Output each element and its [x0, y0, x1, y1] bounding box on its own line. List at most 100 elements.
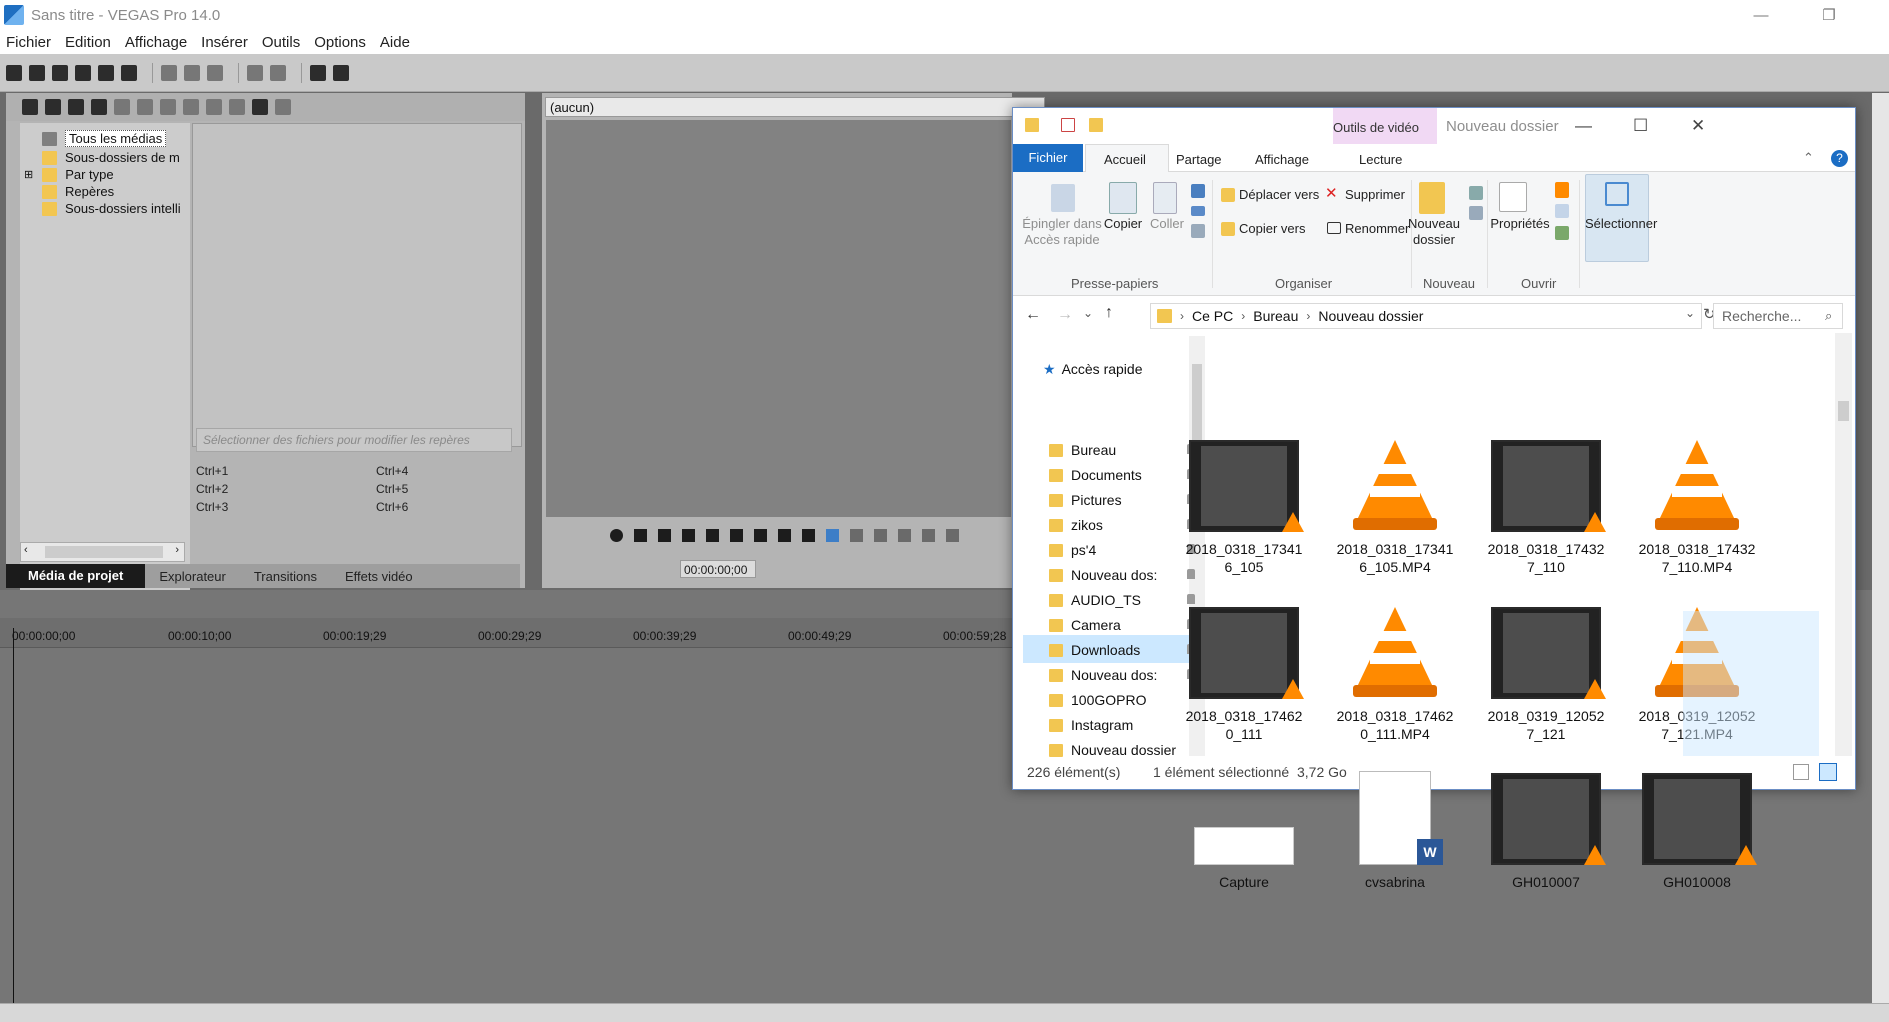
vlc-open-icon[interactable]	[1555, 182, 1569, 198]
extract-audio-icon[interactable]	[68, 99, 84, 115]
file-item[interactable]: 2018_0318_173416_105	[1184, 440, 1304, 576]
preview-mode-icon[interactable]	[826, 528, 839, 542]
snapshot-icon[interactable]	[898, 528, 911, 542]
new-icon[interactable]	[6, 64, 22, 81]
plugin-icon[interactable]	[310, 64, 326, 81]
undo-icon[interactable]	[247, 64, 263, 81]
timeline-horizontal-scrollbar[interactable]	[0, 1003, 1889, 1022]
breadcrumb-item[interactable]: Nouveau dossier	[1318, 308, 1423, 324]
nav-item[interactable]: Nouveau dossier	[1049, 739, 1197, 761]
next-frame-icon[interactable]	[802, 528, 815, 542]
menu-aide[interactable]: Aide	[380, 34, 410, 51]
help-icon[interactable]	[333, 64, 349, 81]
maximize-icon[interactable]: ☐	[1633, 116, 1648, 136]
preview-selector[interactable]: (aucun)	[545, 97, 1045, 117]
nav-item[interactable]: Nouveau dos:	[1049, 564, 1197, 586]
tab-fichier[interactable]: Fichier	[1013, 144, 1083, 172]
tree-item[interactable]: Sous-dossiers intelli	[42, 199, 181, 218]
timeline-ruler[interactable]: 00:00:00;00 00:00:10;00 00:00:19;29 00:0…	[0, 618, 1020, 648]
file-item[interactable]: 2018_0319_120527_121	[1486, 607, 1606, 743]
breadcrumb-item[interactable]: Bureau	[1253, 308, 1298, 324]
menu-affichage[interactable]: Affichage	[125, 34, 187, 51]
context-tab-label[interactable]: Outils de vidéo	[1333, 120, 1419, 135]
overlay-icon[interactable]	[874, 528, 887, 542]
menu-inserer[interactable]: Insérer	[201, 34, 248, 51]
file-item[interactable]: GH010007	[1486, 773, 1606, 891]
play-icon[interactable]	[658, 528, 671, 542]
nav-item[interactable]: Bureau	[1049, 439, 1197, 461]
scroll-left-icon[interactable]: ‹	[24, 544, 28, 556]
easy-access-icon[interactable]	[1469, 206, 1483, 220]
play-from-start-icon[interactable]	[634, 528, 647, 542]
search-input[interactable]: Recherche...	[1713, 303, 1843, 329]
details-view-icon[interactable]	[1793, 764, 1809, 780]
file-item[interactable]: 2018_0318_174620_111.MP4	[1335, 607, 1455, 743]
properties-button[interactable]: Propriétés	[1489, 216, 1551, 232]
redo-icon[interactable]	[270, 64, 286, 81]
rename-button[interactable]: Renommer	[1345, 221, 1409, 237]
nav-item[interactable]: 100GOPRO	[1049, 689, 1197, 711]
file-scrollbar[interactable]	[1835, 333, 1852, 756]
scroll-right-icon[interactable]: ›	[175, 544, 179, 556]
file-item[interactable]: 2018_0318_174620_111	[1184, 607, 1304, 743]
file-item[interactable]: Capture	[1184, 773, 1304, 891]
tab-accueil[interactable]: Accueil	[1104, 152, 1146, 167]
nav-item[interactable]: Downloads	[1049, 639, 1197, 661]
stop-icon[interactable]	[706, 528, 719, 542]
nav-item[interactable]: Camera	[1049, 614, 1197, 636]
properties-gear-icon[interactable]	[121, 64, 137, 81]
menu-outils[interactable]: Outils	[262, 34, 300, 51]
open-icon[interactable]	[29, 64, 45, 81]
expand-plus-icon[interactable]: ⊞	[24, 168, 33, 181]
nav-item[interactable]: AUDIO_TS	[1049, 589, 1197, 611]
remove-icon[interactable]	[114, 99, 130, 115]
tab-transitions[interactable]: Transitions	[240, 569, 331, 584]
pin-button[interactable]: Épingler dans Accès rapide	[1019, 216, 1105, 248]
capture-icon[interactable]	[45, 99, 61, 115]
plugins-icon[interactable]	[160, 99, 176, 115]
nav-item[interactable]: Nouveau dos:	[1049, 664, 1197, 686]
paste-button[interactable]: Coller	[1145, 216, 1189, 232]
save-as-icon[interactable]	[75, 64, 91, 81]
autopreview-icon[interactable]	[229, 99, 245, 115]
render-icon[interactable]	[98, 64, 114, 81]
stop-icon[interactable]	[206, 99, 222, 115]
tab-explorateur[interactable]: Explorateur	[145, 569, 239, 584]
new-folder-icon[interactable]	[1089, 118, 1103, 132]
file-item[interactable]: 2018_0318_173416_105.MP4	[1335, 440, 1455, 576]
copy-path-icon[interactable]	[1191, 206, 1205, 216]
edit-icon[interactable]	[1555, 204, 1569, 218]
file-item[interactable]: 2018_0318_174327_110.MP4	[1637, 440, 1757, 576]
scrollbar-thumb[interactable]	[45, 546, 163, 558]
restore-icon[interactable]: ❐	[1806, 0, 1852, 30]
breadcrumb-item[interactable]: Ce PC	[1192, 308, 1233, 324]
cut-icon[interactable]	[161, 64, 177, 81]
nav-quick-access[interactable]: ★ Accès rapide	[1043, 358, 1191, 380]
menu-options[interactable]: Options	[314, 34, 366, 51]
tree-horizontal-scrollbar[interactable]: ‹ ›	[20, 542, 185, 562]
media-fx-icon[interactable]	[137, 99, 153, 115]
go-end-icon[interactable]	[754, 528, 767, 542]
file-item[interactable]: Wcvsabrina	[1335, 771, 1455, 891]
forward-arrow-icon[interactable]: →	[1057, 306, 1073, 324]
nav-item[interactable]: ps'4	[1049, 539, 1197, 561]
copy-snapshot-icon[interactable]	[922, 528, 935, 542]
split-screen-icon[interactable]	[850, 528, 863, 542]
views-icon[interactable]	[252, 99, 268, 115]
tab-effets-video[interactable]: Effets vidéo	[331, 569, 427, 584]
pause-icon[interactable]	[682, 528, 695, 542]
scissors-icon[interactable]	[1191, 184, 1205, 198]
close-icon[interactable]: ✕	[1691, 116, 1705, 136]
paste-shortcut-icon[interactable]	[1191, 224, 1205, 238]
select-button[interactable]: Sélectionner	[1585, 216, 1657, 232]
minimize-icon[interactable]: —	[1738, 0, 1784, 30]
timeline-cursor[interactable]	[13, 628, 14, 1008]
collapse-ribbon-icon[interactable]: ⌃	[1803, 150, 1814, 166]
delete-button[interactable]: Supprimer	[1345, 187, 1405, 203]
tab-lecture[interactable]: Lecture	[1359, 152, 1402, 167]
menu-edition[interactable]: Edition	[65, 34, 111, 51]
file-item[interactable]: GH010008	[1637, 773, 1757, 891]
new-item-icon[interactable]	[1469, 186, 1483, 200]
save-icon[interactable]	[52, 64, 68, 81]
scrollbar-thumb[interactable]	[1838, 401, 1849, 421]
